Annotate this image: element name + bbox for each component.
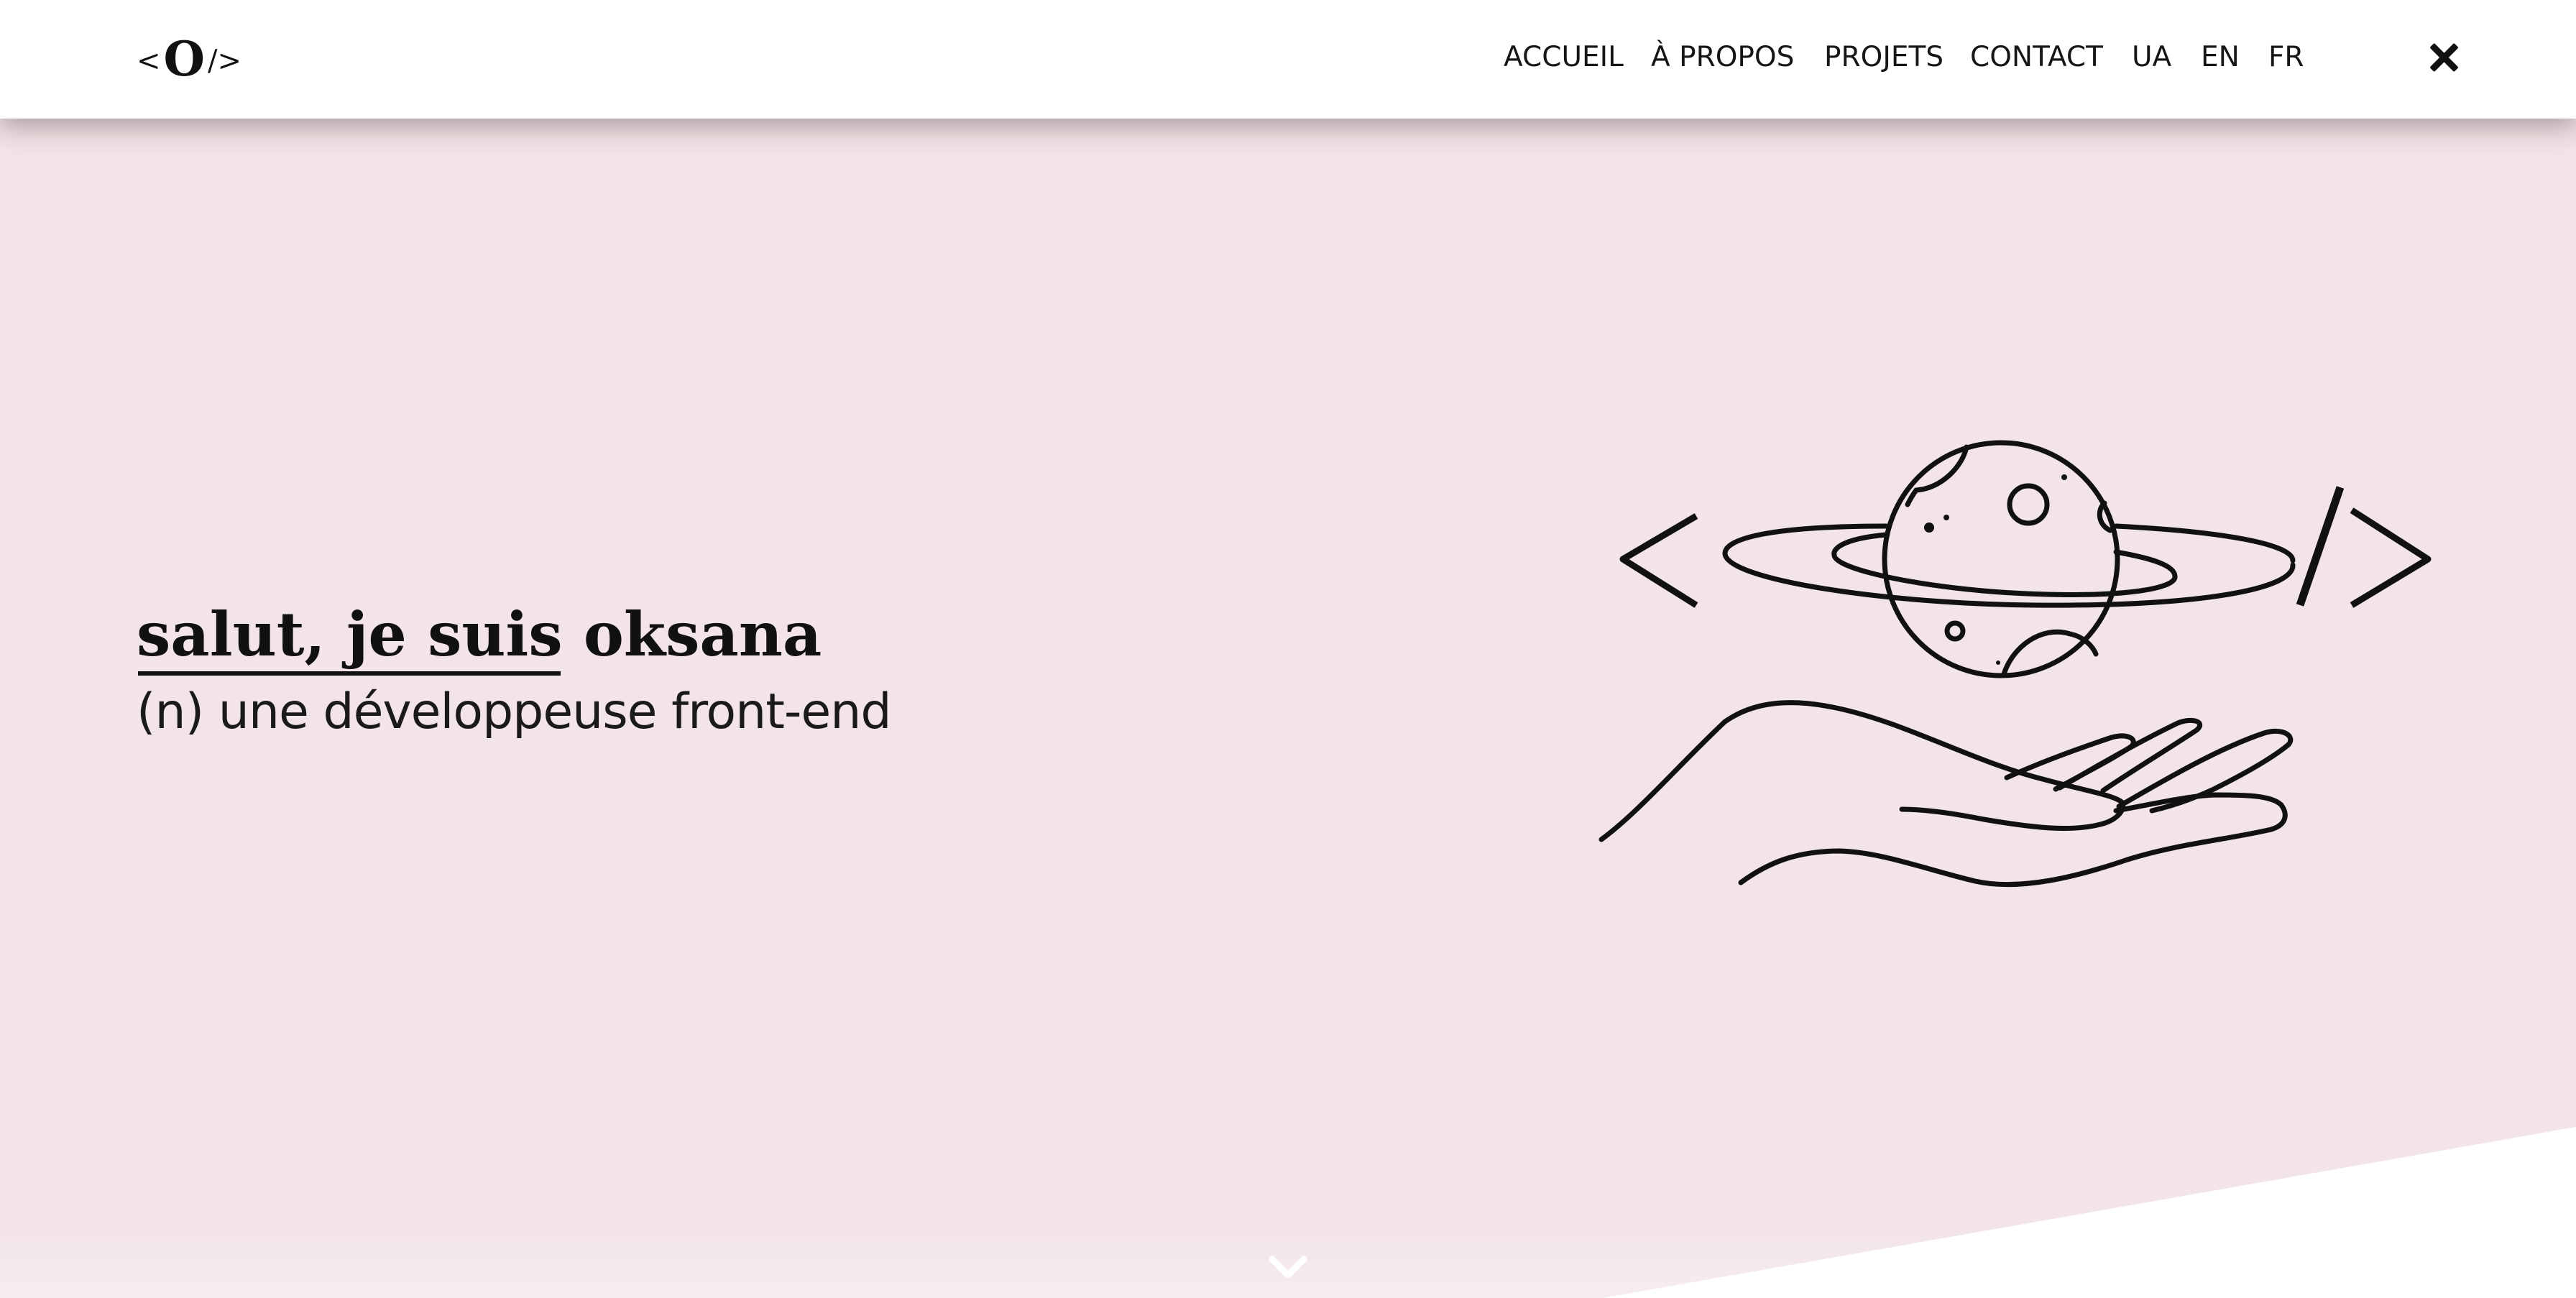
logo-mark: O <box>163 31 206 87</box>
nav-link-contact[interactable]: CONTACT <box>1970 37 2103 78</box>
planet-in-hand-code-icon <box>1598 440 2432 888</box>
lang-fr[interactable]: FR <box>2268 37 2304 78</box>
hero-title: salut, je suis oksana <box>137 599 822 670</box>
hero-subtitle: (n) une développeuse front-end <box>137 683 892 740</box>
logo-right-bracket: /> <box>208 45 242 78</box>
close-icon[interactable] <box>2428 42 2460 73</box>
lang-en[interactable]: EN <box>2201 37 2240 78</box>
nav-link-accueil[interactable]: ACCUEIL <box>1504 37 1624 78</box>
nav-link-projets[interactable]: PROJETS <box>1824 37 1944 78</box>
chevron-down-icon[interactable] <box>1266 1249 1310 1285</box>
site-logo[interactable]: < O /> <box>137 30 242 88</box>
nav-link-a-propos[interactable]: À PROPOS <box>1651 37 1794 78</box>
title-underline <box>138 671 561 676</box>
logo-left-bracket: < <box>137 45 161 78</box>
site-header: < O /> ACCUEIL À PROPOS PROJETS CONTACT … <box>0 0 2576 119</box>
lang-ua[interactable]: UA <box>2132 37 2171 78</box>
